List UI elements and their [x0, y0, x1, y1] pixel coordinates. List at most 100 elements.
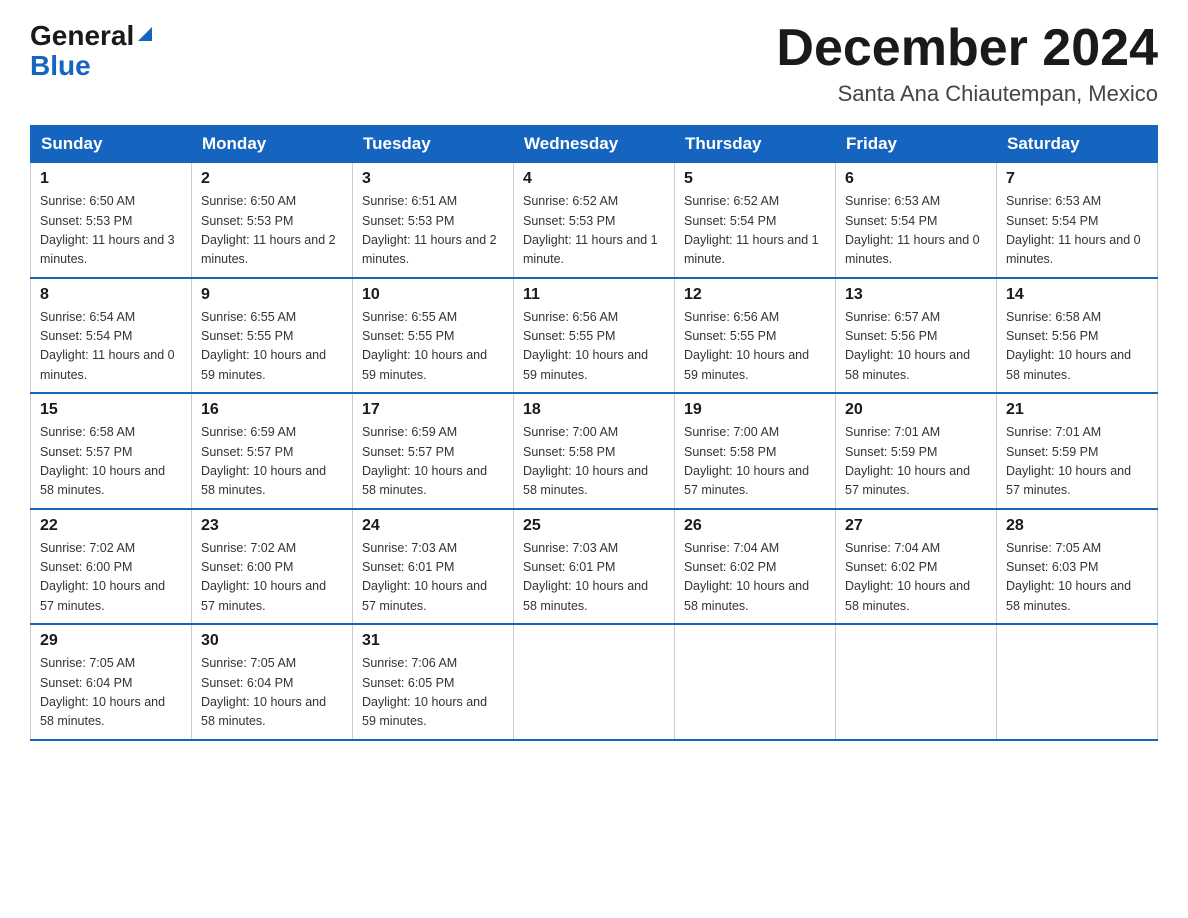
day-number: 29 — [40, 632, 182, 650]
calendar-cell: 3 Sunrise: 6:51 AMSunset: 5:53 PMDaylight… — [353, 163, 514, 278]
day-number: 5 — [684, 170, 826, 188]
day-number: 8 — [40, 286, 182, 304]
logo-general-text: General — [30, 20, 134, 52]
calendar-cell: 14 Sunrise: 6:58 AMSunset: 5:56 PMDayligh… — [997, 278, 1158, 394]
calendar-cell: 11 Sunrise: 6:56 AMSunset: 5:55 PMDayligh… — [514, 278, 675, 394]
day-info: Sunrise: 7:01 AMSunset: 5:59 PMDaylight:… — [845, 425, 970, 497]
calendar-cell: 7 Sunrise: 6:53 AMSunset: 5:54 PMDaylight… — [997, 163, 1158, 278]
day-info: Sunrise: 7:05 AMSunset: 6:04 PMDaylight:… — [201, 656, 326, 728]
day-info: Sunrise: 7:05 AMSunset: 6:03 PMDaylight:… — [1006, 541, 1131, 613]
calendar-cell: 27Sunrise: 7:04 AMSunset: 6:02 PMDayligh… — [836, 509, 997, 625]
day-number: 31 — [362, 632, 504, 650]
day-info: Sunrise: 7:03 AMSunset: 6:01 PMDaylight:… — [523, 541, 648, 613]
calendar-cell — [514, 624, 675, 740]
day-info: Sunrise: 6:58 AMSunset: 5:56 PMDaylight:… — [1006, 310, 1131, 382]
day-number: 6 — [845, 170, 987, 188]
col-header-saturday: Saturday — [997, 126, 1158, 163]
day-number: 18 — [523, 401, 665, 419]
week-row-3: 15 Sunrise: 6:58 AMSunset: 5:57 PMDayligh… — [31, 393, 1158, 509]
calendar-cell: 12 Sunrise: 6:56 AMSunset: 5:55 PMDayligh… — [675, 278, 836, 394]
day-number: 15 — [40, 401, 182, 419]
day-number: 28 — [1006, 517, 1148, 535]
logo-triangle-icon — [134, 23, 156, 45]
day-info: Sunrise: 6:52 AMSunset: 5:54 PMDaylight:… — [684, 194, 819, 266]
calendar-cell: 8Sunrise: 6:54 AMSunset: 5:54 PMDaylight… — [31, 278, 192, 394]
day-info: Sunrise: 6:50 AMSunset: 5:53 PMDaylight:… — [40, 194, 175, 266]
day-info: Sunrise: 7:02 AMSunset: 6:00 PMDaylight:… — [40, 541, 165, 613]
day-info: Sunrise: 7:02 AMSunset: 6:00 PMDaylight:… — [201, 541, 326, 613]
day-number: 21 — [1006, 401, 1148, 419]
day-number: 19 — [684, 401, 826, 419]
day-number: 13 — [845, 286, 987, 304]
day-info: Sunrise: 6:59 AMSunset: 5:57 PMDaylight:… — [201, 425, 326, 497]
calendar-cell: 18 Sunrise: 7:00 AMSunset: 5:58 PMDayligh… — [514, 393, 675, 509]
day-info: Sunrise: 7:01 AMSunset: 5:59 PMDaylight:… — [1006, 425, 1131, 497]
day-info: Sunrise: 6:55 AMSunset: 5:55 PMDaylight:… — [362, 310, 487, 382]
day-info: Sunrise: 7:03 AMSunset: 6:01 PMDaylight:… — [362, 541, 487, 613]
logo: General Blue — [30, 20, 156, 80]
day-number: 25 — [523, 517, 665, 535]
day-info: Sunrise: 6:58 AMSunset: 5:57 PMDaylight:… — [40, 425, 165, 497]
day-number: 7 — [1006, 170, 1148, 188]
week-row-2: 8Sunrise: 6:54 AMSunset: 5:54 PMDaylight… — [31, 278, 1158, 394]
day-number: 30 — [201, 632, 343, 650]
day-info: Sunrise: 7:00 AMSunset: 5:58 PMDaylight:… — [684, 425, 809, 497]
day-info: Sunrise: 6:52 AMSunset: 5:53 PMDaylight:… — [523, 194, 658, 266]
day-number: 27 — [845, 517, 987, 535]
calendar-header: SundayMondayTuesdayWednesdayThursdayFrid… — [31, 126, 1158, 163]
calendar-cell: 21 Sunrise: 7:01 AMSunset: 5:59 PMDayligh… — [997, 393, 1158, 509]
day-number: 23 — [201, 517, 343, 535]
title-block: December 2024 Santa Ana Chiautempan, Mex… — [776, 20, 1158, 107]
calendar-cell: 2Sunrise: 6:50 AMSunset: 5:53 PMDaylight… — [192, 163, 353, 278]
day-info: Sunrise: 6:56 AMSunset: 5:55 PMDaylight:… — [684, 310, 809, 382]
day-info: Sunrise: 7:06 AMSunset: 6:05 PMDaylight:… — [362, 656, 487, 728]
day-info: Sunrise: 6:53 AMSunset: 5:54 PMDaylight:… — [1006, 194, 1141, 266]
calendar-cell — [997, 624, 1158, 740]
day-number: 3 — [362, 170, 504, 188]
calendar-cell: 17 Sunrise: 6:59 AMSunset: 5:57 PMDayligh… — [353, 393, 514, 509]
day-info: Sunrise: 7:04 AMSunset: 6:02 PMDaylight:… — [684, 541, 809, 613]
day-info: Sunrise: 6:51 AMSunset: 5:53 PMDaylight:… — [362, 194, 497, 266]
calendar-cell: 24Sunrise: 7:03 AMSunset: 6:01 PMDayligh… — [353, 509, 514, 625]
day-number: 16 — [201, 401, 343, 419]
calendar-cell: 1 Sunrise: 6:50 AMSunset: 5:53 PMDaylight… — [31, 163, 192, 278]
calendar-cell: 10Sunrise: 6:55 AMSunset: 5:55 PMDayligh… — [353, 278, 514, 394]
day-number: 22 — [40, 517, 182, 535]
logo-blue-text: Blue — [30, 52, 91, 80]
calendar-cell: 29 Sunrise: 7:05 AMSunset: 6:04 PMDayligh… — [31, 624, 192, 740]
calendar-cell: 26Sunrise: 7:04 AMSunset: 6:02 PMDayligh… — [675, 509, 836, 625]
day-number: 4 — [523, 170, 665, 188]
calendar-cell: 31 Sunrise: 7:06 AMSunset: 6:05 PMDayligh… — [353, 624, 514, 740]
day-info: Sunrise: 7:05 AMSunset: 6:04 PMDaylight:… — [40, 656, 165, 728]
calendar-cell: 16 Sunrise: 6:59 AMSunset: 5:57 PMDayligh… — [192, 393, 353, 509]
week-row-5: 29 Sunrise: 7:05 AMSunset: 6:04 PMDayligh… — [31, 624, 1158, 740]
day-info: Sunrise: 6:55 AMSunset: 5:55 PMDaylight:… — [201, 310, 326, 382]
day-number: 11 — [523, 286, 665, 304]
col-header-friday: Friday — [836, 126, 997, 163]
calendar-cell: 28 Sunrise: 7:05 AMSunset: 6:03 PMDayligh… — [997, 509, 1158, 625]
day-number: 12 — [684, 286, 826, 304]
day-info: Sunrise: 6:56 AMSunset: 5:55 PMDaylight:… — [523, 310, 648, 382]
calendar-cell: 20 Sunrise: 7:01 AMSunset: 5:59 PMDayligh… — [836, 393, 997, 509]
calendar-cell: 25 Sunrise: 7:03 AMSunset: 6:01 PMDayligh… — [514, 509, 675, 625]
day-number: 9 — [201, 286, 343, 304]
calendar-cell: 5 Sunrise: 6:52 AMSunset: 5:54 PMDaylight… — [675, 163, 836, 278]
calendar-cell: 23 Sunrise: 7:02 AMSunset: 6:00 PMDayligh… — [192, 509, 353, 625]
day-info: Sunrise: 6:59 AMSunset: 5:57 PMDaylight:… — [362, 425, 487, 497]
calendar-cell: 30 Sunrise: 7:05 AMSunset: 6:04 PMDayligh… — [192, 624, 353, 740]
day-number: 14 — [1006, 286, 1148, 304]
col-header-tuesday: Tuesday — [353, 126, 514, 163]
col-header-sunday: Sunday — [31, 126, 192, 163]
day-number: 2 — [201, 170, 343, 188]
day-info: Sunrise: 7:00 AMSunset: 5:58 PMDaylight:… — [523, 425, 648, 497]
day-number: 17 — [362, 401, 504, 419]
day-number: 1 — [40, 170, 182, 188]
day-number: 20 — [845, 401, 987, 419]
month-title: December 2024 — [776, 20, 1158, 77]
col-header-monday: Monday — [192, 126, 353, 163]
calendar-table: SundayMondayTuesdayWednesdayThursdayFrid… — [30, 125, 1158, 741]
day-info: Sunrise: 6:53 AMSunset: 5:54 PMDaylight:… — [845, 194, 980, 266]
calendar-cell — [836, 624, 997, 740]
calendar-cell: 13 Sunrise: 6:57 AMSunset: 5:56 PMDayligh… — [836, 278, 997, 394]
day-info: Sunrise: 6:57 AMSunset: 5:56 PMDaylight:… — [845, 310, 970, 382]
